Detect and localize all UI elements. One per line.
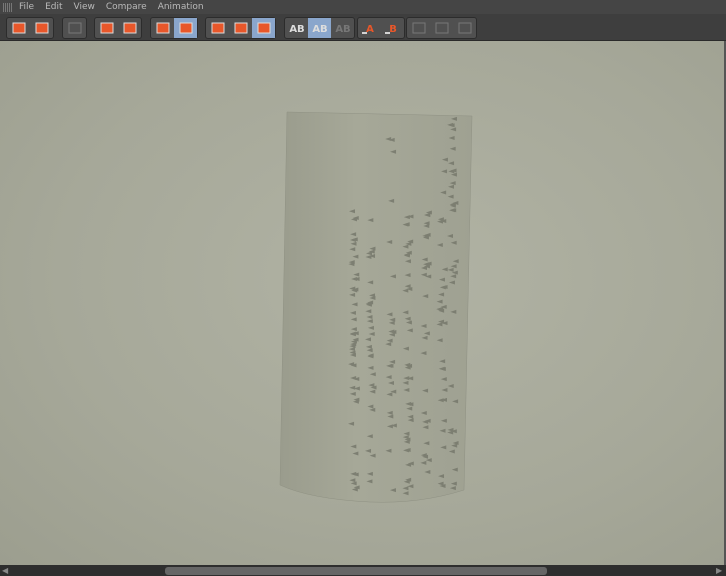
view-a-button[interactable] <box>206 18 229 38</box>
view-b-button[interactable] <box>229 18 252 38</box>
toolbar-group <box>205 17 276 39</box>
set-a-icon: A <box>361 24 374 35</box>
toolbar: AB AB AB A B <box>0 14 726 41</box>
split-ab-button[interactable]: AB <box>308 18 331 38</box>
grid-button[interactable] <box>63 18 86 38</box>
layout-1-button[interactable] <box>407 18 430 38</box>
grid-icon <box>68 22 81 34</box>
layout-2-button[interactable] <box>430 18 453 38</box>
view-overlay-icon <box>257 22 270 34</box>
toolbar-group <box>94 17 142 39</box>
save-as-icon <box>35 22 48 34</box>
svg-text:A: A <box>366 24 374 35</box>
import-icon <box>100 22 113 34</box>
grip-icon <box>3 2 13 12</box>
view-b-icon <box>234 22 247 34</box>
split-ab-icon: AB <box>312 24 327 35</box>
layout-3-button[interactable] <box>453 18 476 38</box>
overlay-ab-icon: AB <box>335 24 350 35</box>
horizontal-scrollbar[interactable]: ◀ ▶ <box>0 565 726 576</box>
layout-1-icon <box>412 22 425 34</box>
toolbar-group <box>406 17 477 39</box>
overlay-ab-button[interactable]: AB <box>331 18 354 38</box>
toolbar-group: AB <box>357 17 405 39</box>
menu-animation[interactable]: Animation <box>158 2 204 12</box>
import-button[interactable] <box>95 18 118 38</box>
menu-edit[interactable]: Edit <box>45 2 62 12</box>
properties-button[interactable] <box>174 18 197 38</box>
side-by-side-ab-button[interactable]: AB <box>285 18 308 38</box>
set-b-button[interactable]: B <box>381 18 404 38</box>
toolbar-group <box>150 17 198 39</box>
cylinder-model <box>279 111 473 503</box>
menu-compare[interactable]: Compare <box>106 2 147 12</box>
svg-text:AB: AB <box>289 24 304 35</box>
open-folder-icon <box>12 22 25 34</box>
scroll-left-icon[interactable]: ◀ <box>2 566 8 575</box>
properties-icon <box>179 22 192 34</box>
scroll-right-icon[interactable]: ▶ <box>716 566 722 575</box>
save-as-button[interactable] <box>30 18 53 38</box>
view-overlay-button[interactable] <box>252 18 275 38</box>
export-object-icon <box>123 22 136 34</box>
svg-text:B: B <box>389 24 397 35</box>
menubar: File Edit View Compare Animation <box>0 0 726 14</box>
export-object-button[interactable] <box>118 18 141 38</box>
layout-3-icon <box>458 22 471 34</box>
set-a-button[interactable]: A <box>358 18 381 38</box>
svg-text:AB: AB <box>312 24 327 35</box>
menu-view[interactable]: View <box>74 2 95 12</box>
side-by-side-ab-icon: AB <box>289 24 304 35</box>
svg-text:AB: AB <box>335 24 350 35</box>
3d-viewport[interactable] <box>0 41 724 565</box>
open-folder-button[interactable] <box>7 18 30 38</box>
delete-icon <box>156 22 169 34</box>
toolbar-group <box>6 17 54 39</box>
toolbar-group <box>62 17 87 39</box>
scrollbar-thumb[interactable] <box>165 567 547 575</box>
menu-file[interactable]: File <box>19 2 34 12</box>
toolbar-group: AB AB AB <box>284 17 355 39</box>
view-a-icon <box>211 22 224 34</box>
layout-2-icon <box>435 22 448 34</box>
set-b-icon: B <box>384 24 397 35</box>
delete-button[interactable] <box>151 18 174 38</box>
